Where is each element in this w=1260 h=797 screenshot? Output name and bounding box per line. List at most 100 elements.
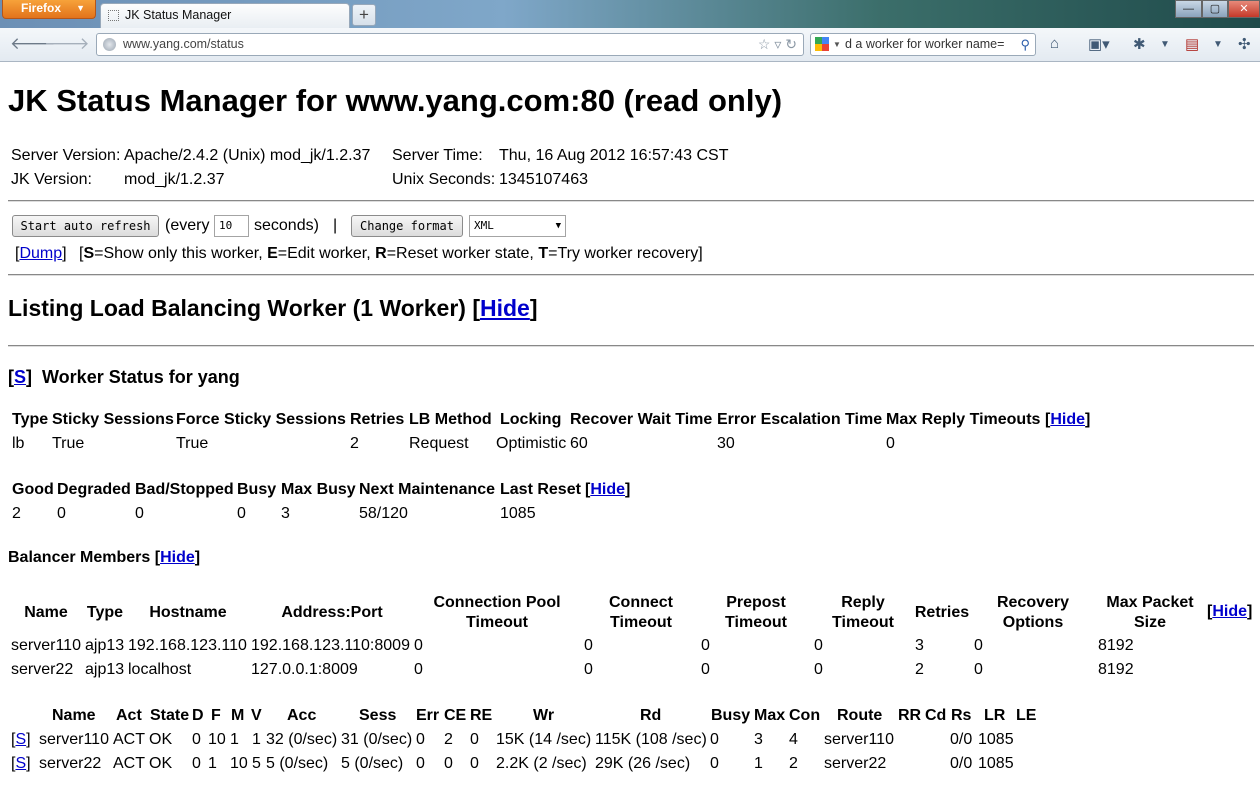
member-prepost-timeout: 0 <box>701 661 710 678</box>
start-auto-refresh-button[interactable]: Start auto refresh <box>12 215 159 237</box>
balancer-members-heading: Balancer Members [Hide] <box>8 549 201 566</box>
member-retries: 3 <box>915 637 924 654</box>
page-favicon-icon <box>108 10 119 21</box>
stats-ce: 2 <box>444 731 453 748</box>
reload-icon[interactable]: ↻ <box>785 36 797 52</box>
refresh-seconds-input[interactable]: 10 <box>214 215 249 237</box>
stats-header-d: D <box>192 707 204 724</box>
section-title-text: Listing Load Balancing Worker (1 Worker)… <box>8 295 480 321</box>
stats-header-sess: Sess <box>359 707 397 724</box>
stats-show-worker: [S] <box>11 731 31 748</box>
legend-key-t: T <box>538 245 549 262</box>
hide-lb-table-link[interactable]: Hide <box>1050 411 1085 428</box>
state-good: 2 <box>12 505 21 522</box>
format-selected-value: XML <box>474 219 494 232</box>
member-connect-timeout: 0 <box>584 637 593 654</box>
state-last-reset: 1085 <box>500 505 536 522</box>
history-dropdown-icon[interactable]: ▿ <box>774 36 781 52</box>
member-type: ajp13 <box>85 637 125 654</box>
hide-state-table-link[interactable]: Hide <box>590 481 625 498</box>
hide-balancer-members-link[interactable]: Hide <box>160 549 195 566</box>
bookmarks-icon[interactable]: ▣▾ <box>1088 35 1110 53</box>
close-window-button[interactable]: ✕ <box>1228 0 1260 18</box>
member-conn-pool-timeout: 0 <box>414 637 423 654</box>
state-bad-stopped: 0 <box>135 505 144 522</box>
extension-icon[interactable]: ✣ <box>1238 35 1251 53</box>
search-input[interactable]: ▼ d a worker for worker name= ⚲ <box>810 33 1036 56</box>
hide-section-link[interactable]: Hide <box>480 295 530 321</box>
tab-jk-status-manager[interactable]: JK Status Manager <box>100 3 350 28</box>
member-prepost-timeout: 0 <box>701 637 710 654</box>
member-address: 192.168.123.110:8009 <box>251 637 410 654</box>
stats-header-act: Act <box>116 707 142 724</box>
show-worker-link[interactable]: S <box>14 367 26 387</box>
firefox-menu-button[interactable]: Firefox ▼ <box>2 0 96 19</box>
forward-arrow-icon[interactable]: 🡒 <box>44 34 90 54</box>
section-title: Listing Load Balancing Worker (1 Worker)… <box>8 295 538 321</box>
stats-con: 4 <box>789 731 798 748</box>
stats-acc: 32 (0/sec) <box>266 731 338 748</box>
addon-menu-dropdown-icon[interactable]: ▼ <box>1213 39 1223 50</box>
divider <box>8 274 1254 276</box>
state-header-degraded: Degraded <box>57 481 131 498</box>
addon-bug-icon[interactable]: ✱ <box>1133 35 1146 53</box>
stats-header-acc: Acc <box>287 707 317 724</box>
members-header-reply-timeout: Reply Timeout <box>832 594 894 631</box>
dump-link[interactable]: Dump <box>19 245 62 262</box>
new-tab-button[interactable]: + <box>352 4 376 26</box>
state-header-bad-stopped: Bad/Stopped <box>135 481 234 498</box>
stats-ce: 0 <box>444 755 453 772</box>
search-engine-dropdown-icon[interactable]: ▼ <box>833 34 841 55</box>
state-table-hide: [Hide] <box>585 481 631 498</box>
stats-state: OK <box>149 731 173 748</box>
member-max-packet-size: 8192 <box>1098 661 1134 678</box>
maximize-button[interactable]: ▢ <box>1202 0 1228 18</box>
home-icon[interactable]: ⌂ <box>1050 35 1059 52</box>
member-conn-pool-timeout: 0 <box>414 661 423 678</box>
stats-header-rr: RR <box>898 707 922 724</box>
members-header-connect-timeout: Connect Timeout <box>609 594 673 631</box>
minimize-button[interactable]: — <box>1175 0 1202 18</box>
seconds-label: seconds) <box>254 217 319 234</box>
stats-header-con: Con <box>789 707 821 724</box>
lb-method: Request <box>409 435 469 452</box>
members-header-retries: Retries <box>914 604 970 621</box>
jk-version-value: mod_jk/1.2.37 <box>124 171 225 188</box>
url-bar-icons: ☆ ▿ ↻ <box>758 34 797 55</box>
members-header-name: Name <box>24 604 68 621</box>
stats-f: 1 <box>208 755 217 772</box>
member-address: 127.0.0.1:8009 <box>251 661 358 678</box>
lb-recover-wait: 60 <box>570 435 588 452</box>
stats-act: ACT <box>113 731 145 748</box>
format-select[interactable]: XML ▼ <box>469 215 566 237</box>
lb-header-locking: Locking <box>500 411 562 428</box>
show-worker-link[interactable]: S <box>15 755 26 772</box>
members-header-hostname: Hostname <box>149 604 227 621</box>
separator-pipe: | <box>333 217 338 234</box>
stats-lr: 1085 <box>978 755 1014 772</box>
stats-d: 0 <box>192 731 201 748</box>
state-header-busy: Busy <box>237 481 277 498</box>
hide-members-table-link[interactable]: Hide <box>1212 603 1247 620</box>
google-search-engine-icon <box>815 37 829 51</box>
url-bar[interactable]: www.yang.com/status ☆ ▿ ↻ <box>96 33 804 56</box>
url-text: www.yang.com/status <box>123 37 244 51</box>
change-format-button[interactable]: Change format <box>351 215 463 237</box>
unix-seconds-value: 1345107463 <box>499 171 588 188</box>
lb-header-recover-wait: Recover Wait Time <box>570 411 713 428</box>
addon-pdf-icon[interactable]: ▤ <box>1185 35 1199 53</box>
stats-max: 1 <box>754 755 763 772</box>
stats-rd: 115K (108 /sec) <box>595 731 707 748</box>
bookmark-star-icon[interactable]: ☆ <box>758 36 771 52</box>
members-header-max-packet-size: Max Packet Size <box>1106 594 1194 631</box>
stats-m: 10 <box>230 755 248 772</box>
addon-dropdown-icon[interactable]: ▼ <box>1160 39 1170 50</box>
lb-force-sticky: True <box>176 435 209 452</box>
member-recovery-options: 0 <box>974 637 983 654</box>
stats-sess: 5 (0/sec) <box>341 755 404 772</box>
show-worker-link[interactable]: S <box>15 731 26 748</box>
search-magnifier-icon[interactable]: ⚲ <box>1018 34 1030 55</box>
stats-header-name: Name <box>52 707 96 724</box>
stats-header-re: RE <box>470 707 493 724</box>
legend-text-r: =Reset worker state, <box>386 245 539 262</box>
